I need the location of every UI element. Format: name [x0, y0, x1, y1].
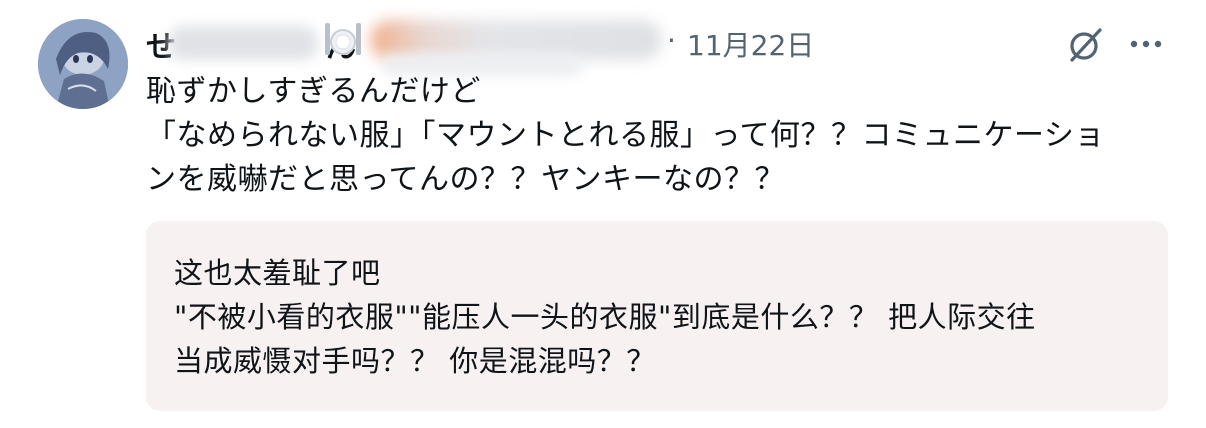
grok-icon[interactable]	[1064, 24, 1106, 66]
fork-knife-plate-icon	[325, 23, 361, 55]
translation-text: 这也太羞耻了吧 "不被小看的衣服""能压人一头的衣服"到底是什么？？ 把人际交往…	[174, 251, 1036, 383]
post-date[interactable]: 11月22日	[687, 24, 814, 64]
post: せん · 11月22日 恥ずかしすぎるんだけど 「なめられない服」「マウントとれ…	[0, 0, 1206, 428]
avatar-illustration	[38, 19, 128, 109]
translation-box: 这也太羞耻了吧 "不被小看的衣服""能压人一头的衣服"到底是什么？？ 把人际交往…	[146, 221, 1168, 411]
post-body-line: 「なめられない服」「マウントとれる服」って何？？コミュニケーショ	[146, 118, 1105, 153]
post-body-line: 恥ずかしすぎるんだけど	[146, 74, 481, 109]
translation-line: 这也太羞耻了吧	[174, 256, 381, 290]
post-body-line: ンを威嚇だと思ってんの？？ヤンキーなの？？	[146, 162, 785, 197]
translation-line: "不被小看的衣服""能压人一头的衣服"到底是什么？？ 把人际交往	[174, 300, 1036, 334]
redacted-name	[168, 26, 318, 60]
header-separator: ·	[667, 24, 676, 57]
more-horizontal-icon[interactable]	[1126, 30, 1166, 58]
translation-line: 当成威慑对手吗？？ 你是混混吗？？	[174, 344, 656, 378]
post-body: 恥ずかしすぎるんだけど 「なめられない服」「マウントとれる服」って何？？コミュニ…	[146, 70, 1176, 202]
avatar[interactable]	[38, 19, 128, 109]
post-header: せん · 11月22日	[146, 16, 1186, 76]
